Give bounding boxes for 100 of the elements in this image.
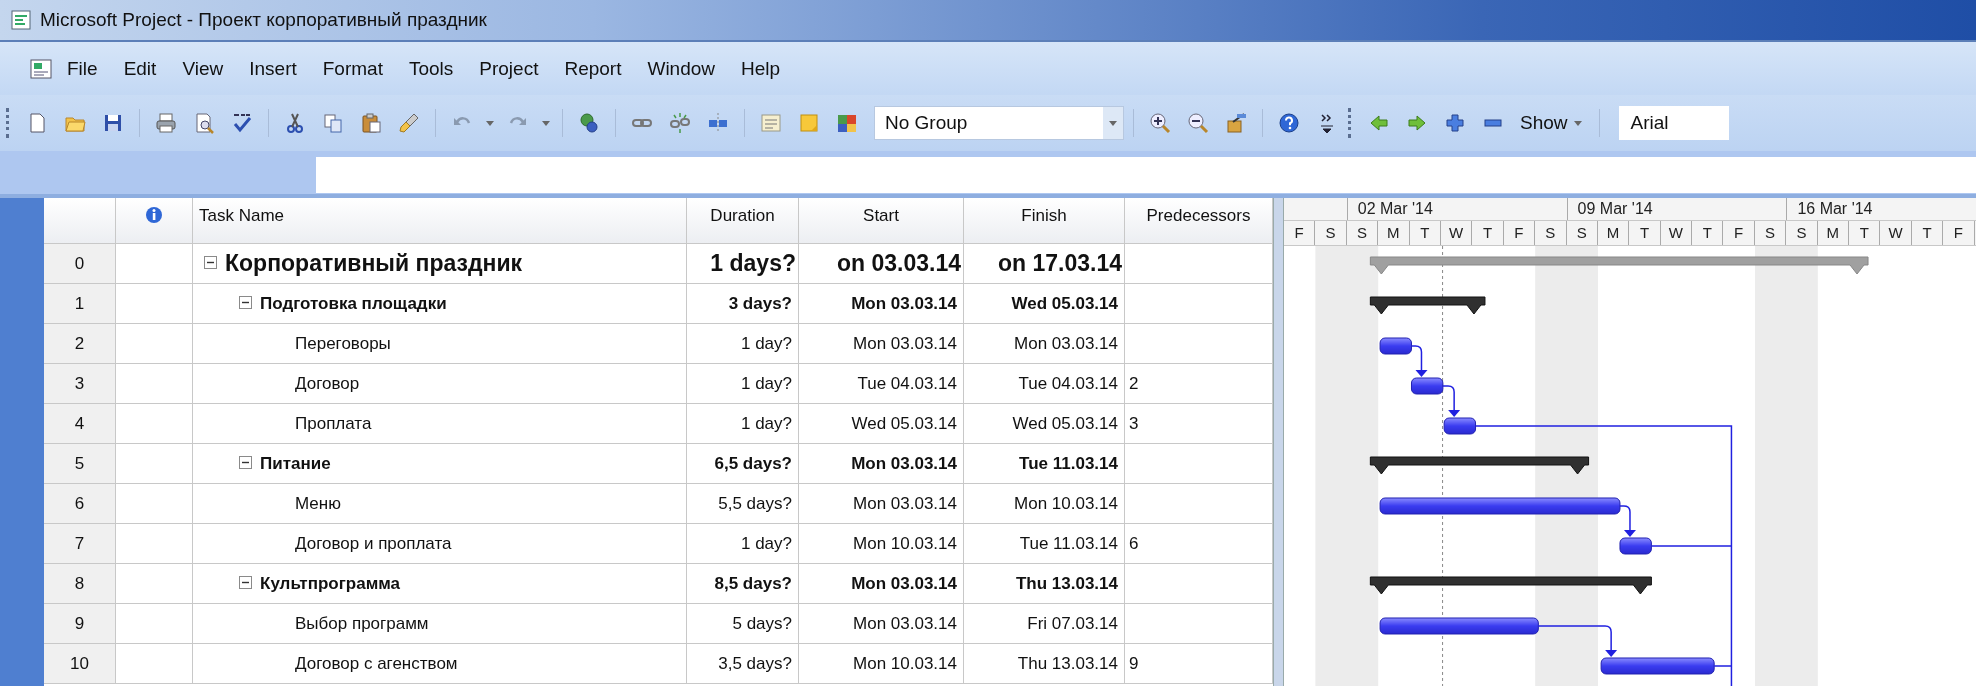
menu-item[interactable]: Help [728, 53, 794, 84]
column-header[interactable]: Predecessors [1125, 198, 1273, 244]
table-cell: Tue 04.03.14 [964, 364, 1125, 404]
row-number: 4 [44, 404, 116, 444]
collapse-toggle[interactable] [204, 255, 217, 269]
week-label: 09 Mar '14 [1566, 198, 1787, 220]
table-cell: on 17.03.14 [964, 244, 1125, 284]
picture-icon[interactable] [836, 112, 858, 134]
plus-icon[interactable] [1444, 112, 1466, 134]
table-cell: on 03.03.14 [799, 244, 964, 284]
column-header[interactable]: Start [799, 198, 964, 244]
font-name-field[interactable]: Arial [1618, 106, 1729, 140]
menu-item[interactable]: Window [634, 53, 729, 84]
printer-icon[interactable] [155, 112, 177, 134]
menu-item[interactable]: Project [466, 53, 552, 84]
menu-item[interactable]: Insert [236, 53, 310, 84]
menu-item[interactable]: Report [551, 53, 635, 84]
left-arrow-icon[interactable] [1368, 112, 1390, 134]
day-label: W [1660, 221, 1693, 245]
print-preview-icon[interactable] [193, 112, 215, 134]
table-cell: Mon 10.03.14 [799, 644, 964, 684]
table-cell: Tue 11.03.14 [964, 524, 1125, 564]
day-label: W [1440, 221, 1473, 245]
task-name: Переговоры [295, 333, 391, 354]
broken-link-icon[interactable] [669, 112, 691, 134]
day-label: F [1723, 221, 1755, 245]
table-cell: 3 days? [687, 284, 799, 324]
day-label: F [1284, 221, 1316, 245]
menu-item[interactable]: Tools [395, 53, 467, 84]
table-cell: 3,5 days? [687, 644, 799, 684]
paste-icon[interactable] [360, 112, 382, 134]
row-number: 3 [44, 364, 116, 404]
column-header[interactable] [116, 198, 193, 244]
collapse-toggle[interactable] [239, 455, 252, 469]
task-name: Культпрограмма [260, 573, 401, 594]
table-cell: 8,5 days? [687, 564, 799, 604]
day-label: W [1880, 221, 1912, 245]
table-cell: Mon 10.03.14 [964, 484, 1125, 524]
group-dropdown[interactable]: No Group [874, 106, 1124, 140]
copy-icon[interactable] [322, 112, 344, 134]
table-cell: Fri 07.03.14 [964, 604, 1125, 644]
day-label: T [1472, 221, 1504, 245]
table-cell: Mon 03.03.14 [799, 564, 964, 604]
day-label: S [1754, 221, 1787, 245]
dependency-arrow [1442, 385, 1461, 417]
row-number: 5 [44, 444, 116, 484]
menu-item[interactable]: Format [309, 53, 396, 84]
collapse-toggle[interactable] [239, 295, 252, 309]
task-bar [1619, 537, 1652, 555]
day-label: T [1409, 221, 1441, 245]
menu-item[interactable]: View [169, 53, 237, 84]
row-number: 0 [44, 244, 116, 284]
entry-field[interactable] [316, 157, 1976, 193]
table-cell: Tue 04.03.14 [799, 364, 964, 404]
day-label: T [1629, 221, 1661, 245]
collapse-toggle[interactable] [239, 575, 252, 589]
help-icon[interactable] [1278, 112, 1300, 134]
table-cell: Mon 03.03.14 [799, 324, 964, 364]
table-cell: 1 day? [687, 404, 799, 444]
right-arrow-icon[interactable] [1406, 112, 1428, 134]
table-cell: Wed 05.03.14 [964, 284, 1125, 324]
table-cell: Mon 03.03.14 [799, 444, 964, 484]
day-label: S [1786, 221, 1818, 245]
table-cell: Tue 11.03.14 [964, 444, 1125, 484]
dependency-arrow [1410, 345, 1428, 377]
day-label: S [1346, 221, 1379, 245]
zoom-in-icon[interactable] [1149, 112, 1171, 134]
table-cell: 1 day? [687, 364, 799, 404]
week-label: 02 Mar '14 [1346, 198, 1567, 220]
day-label: M [1378, 221, 1410, 245]
globe-icon[interactable] [578, 112, 600, 134]
table-cell: Mon 10.03.14 [799, 524, 964, 564]
row-number: 2 [44, 324, 116, 364]
table-cell: Thu 13.03.14 [964, 644, 1125, 684]
column-header[interactable]: Finish [964, 198, 1125, 244]
brush-icon[interactable] [398, 112, 420, 134]
info-icon [145, 206, 163, 224]
split-task-icon[interactable] [707, 112, 729, 134]
column-header[interactable]: Task Name [193, 198, 687, 244]
menu-item[interactable]: Edit [110, 53, 170, 84]
document-icon[interactable] [28, 56, 54, 81]
table-cell: Mon 03.03.14 [799, 484, 964, 524]
day-label: S [1535, 221, 1567, 245]
zoom-out-icon[interactable] [1187, 112, 1209, 134]
task-bar [1411, 377, 1444, 395]
table-cell: 1 day? [687, 524, 799, 564]
table-cell: Mon 03.03.14 [799, 284, 964, 324]
menu-item[interactable]: File [54, 53, 111, 84]
scissors-icon[interactable] [284, 112, 306, 134]
column-header[interactable]: Duration [687, 198, 799, 244]
magic-wand-icon[interactable] [1225, 112, 1247, 134]
row-number: 7 [44, 524, 116, 564]
table-cell: 5,5 days? [687, 484, 799, 524]
day-label: F [1943, 221, 1975, 245]
task-name: Питание [260, 453, 331, 474]
table-cell: Wed 05.03.14 [964, 404, 1125, 444]
table-cell: Mon 03.03.14 [964, 324, 1125, 364]
spell-check-icon[interactable] [231, 112, 253, 134]
task-name: Договор с агенством [295, 653, 458, 674]
show-button[interactable]: Show [1514, 110, 1590, 136]
